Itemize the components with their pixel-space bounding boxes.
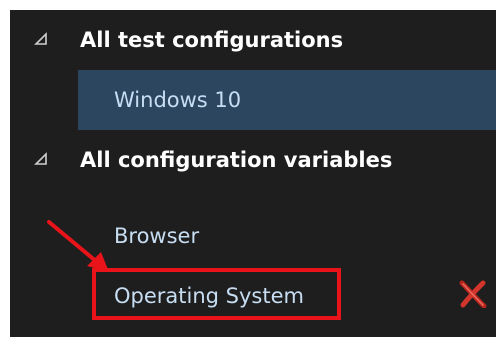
group-header-test-configurations: All test configurations <box>80 28 344 52</box>
expanded-triangle-icon[interactable] <box>34 152 48 166</box>
group-header-configuration-variables: All configuration variables <box>80 148 393 172</box>
expanded-triangle-icon[interactable] <box>34 32 48 46</box>
tree-group-configuration-variables[interactable]: All configuration variables <box>10 130 496 190</box>
delete-x-icon[interactable] <box>458 280 488 308</box>
tree-item-label-windows-10[interactable]: Windows 10 <box>114 70 241 130</box>
highlight-box-annotation <box>92 268 341 320</box>
tree-group-test-configurations[interactable]: All test configurations <box>10 10 496 70</box>
configuration-tree-panel: All test configurations Windows 10 All c… <box>10 10 496 337</box>
tree-item-browser[interactable]: Browser <box>114 206 199 266</box>
